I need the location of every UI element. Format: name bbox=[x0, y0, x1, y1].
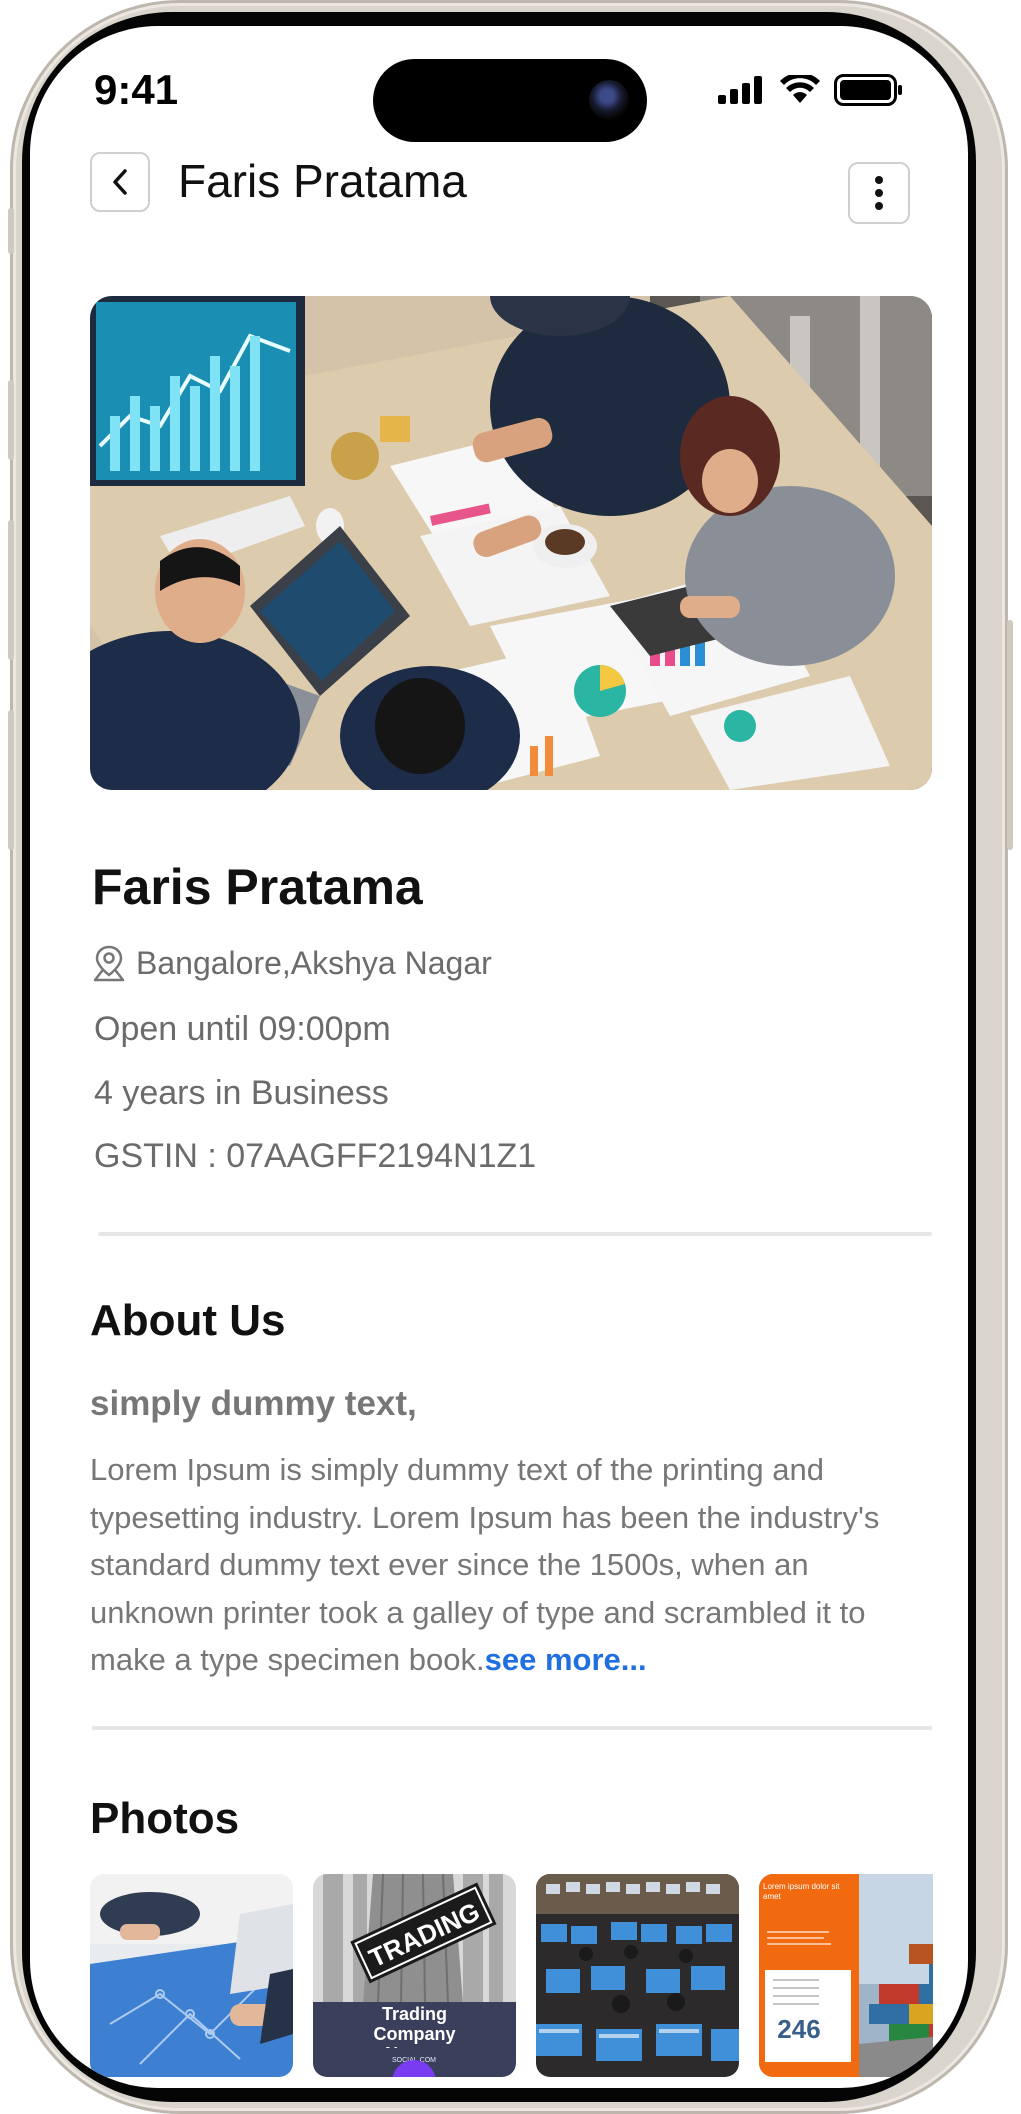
action-button bbox=[8, 208, 14, 254]
chevron-left-icon bbox=[113, 169, 127, 195]
brochure-heading: Lorem ipsum dolor sit amet bbox=[763, 1882, 840, 1901]
photos-title: Photos bbox=[90, 1794, 240, 1843]
screen: 9:41 Faris Pratama Faris Pratama Bangalo… bbox=[30, 26, 968, 2088]
location-row: Bangalore,Akshya Nagar bbox=[92, 944, 492, 982]
brochure-number: 246 bbox=[777, 2014, 820, 2044]
opening-hours: Open until 09:00pm bbox=[94, 1010, 391, 1048]
about-description: Lorem Ipsum is simply dummy text of the … bbox=[90, 1446, 938, 1684]
status-icons bbox=[718, 74, 904, 106]
back-button[interactable] bbox=[90, 152, 150, 212]
power-button bbox=[1007, 620, 1013, 850]
location-text: Bangalore,Akshya Nagar bbox=[136, 944, 492, 981]
more-vertical-icon bbox=[875, 176, 883, 210]
photo-trading-floor[interactable] bbox=[536, 1874, 739, 2077]
photo-brochure[interactable]: Lorem ipsum dolor sit amet 246 bbox=[759, 1874, 933, 2077]
wifi-icon bbox=[780, 75, 820, 103]
gstin-number: GSTIN : 07AAGFF2194N1Z1 bbox=[94, 1137, 537, 1175]
battery-icon bbox=[834, 74, 902, 106]
header-title: Faris Pratama bbox=[178, 155, 467, 207]
photo-gallery[interactable]: TRADING Trading Company Names SOCIAL.COM bbox=[90, 1874, 933, 2088]
dynamic-island bbox=[373, 59, 647, 142]
camera-icon bbox=[589, 80, 629, 120]
volume-down-button bbox=[8, 520, 14, 660]
divider bbox=[92, 1726, 932, 1730]
photo-business-meeting[interactable] bbox=[90, 1874, 293, 2077]
status-time: 9:41 bbox=[94, 66, 179, 113]
business-cover-image bbox=[90, 296, 932, 790]
location-pin-icon bbox=[93, 945, 125, 982]
photo-trading-company[interactable]: TRADING Trading Company Names SOCIAL.COM bbox=[313, 1874, 516, 2077]
divider bbox=[98, 1232, 932, 1236]
more-options-button[interactable] bbox=[848, 162, 910, 224]
years-in-business: 4 years in Business bbox=[94, 1074, 389, 1112]
volume-up-button bbox=[8, 380, 14, 460]
see-more-link[interactable]: see more... bbox=[485, 1642, 647, 1677]
about-subtitle: simply dummy text, bbox=[90, 1384, 417, 1423]
volume-low-button bbox=[8, 710, 14, 850]
trading-caption: Trading Company Names bbox=[373, 2004, 456, 2048]
about-title: About Us bbox=[90, 1296, 286, 1345]
business-name: Faris Pratama bbox=[92, 859, 423, 915]
cellular-signal-icon bbox=[718, 76, 762, 104]
